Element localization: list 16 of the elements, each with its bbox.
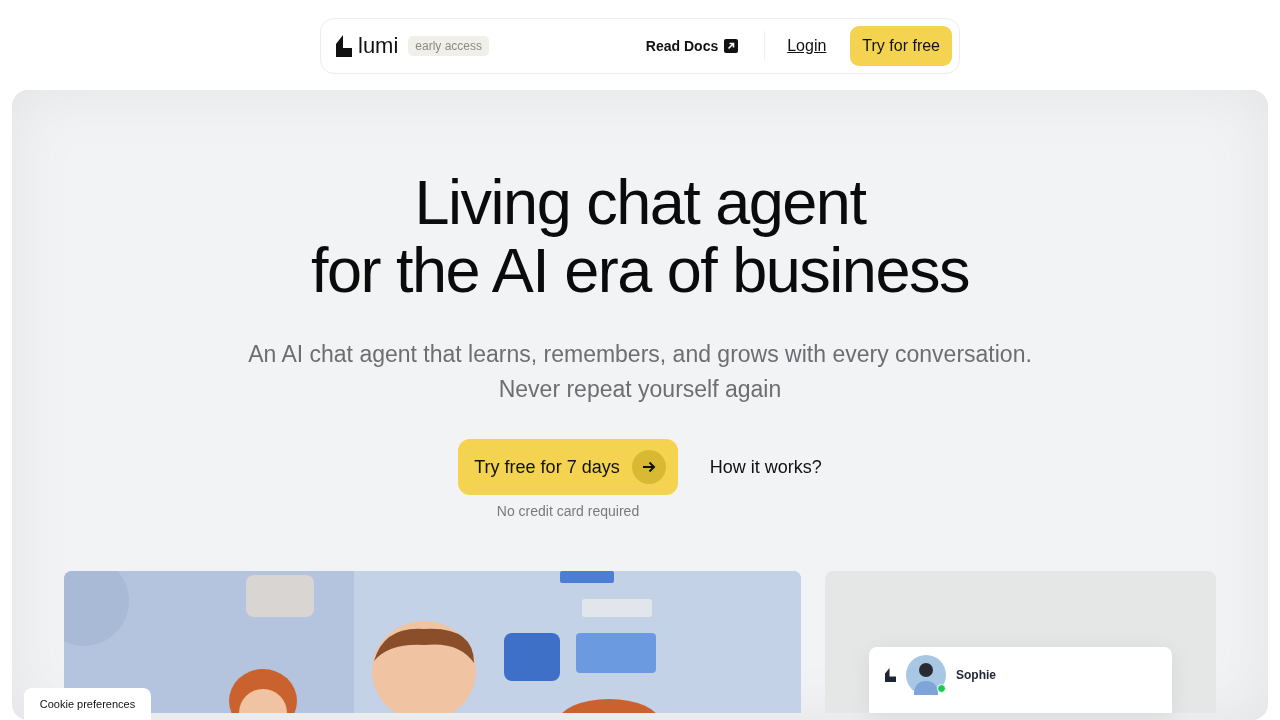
early-access-badge: early access [408, 36, 490, 56]
person-icon [906, 655, 946, 695]
external-link-icon [724, 39, 739, 53]
how-it-works-link[interactable]: How it works? [709, 439, 822, 495]
cookie-preferences-button[interactable]: Cookie preferences [24, 688, 151, 720]
logo-icon [885, 668, 896, 682]
headline: Living chat agent for the AI era of business [311, 168, 969, 304]
try-for-free-button[interactable]: Try for free [850, 26, 952, 66]
logo-text[interactable]: lumi [358, 33, 399, 59]
docs-link[interactable]: Read Docs [645, 38, 739, 54]
try-free-button[interactable]: Try free for 7 days [458, 439, 678, 495]
agent-name: Sophie [956, 668, 996, 682]
note-text: No credit card required [496, 503, 640, 519]
subtitle: An AI chat agent that learns, remembers, and grows with every conversation. Never repeat yourself again [248, 340, 1032, 404]
logo-icon [336, 35, 352, 57]
login-link[interactable]: Login [787, 37, 827, 55]
